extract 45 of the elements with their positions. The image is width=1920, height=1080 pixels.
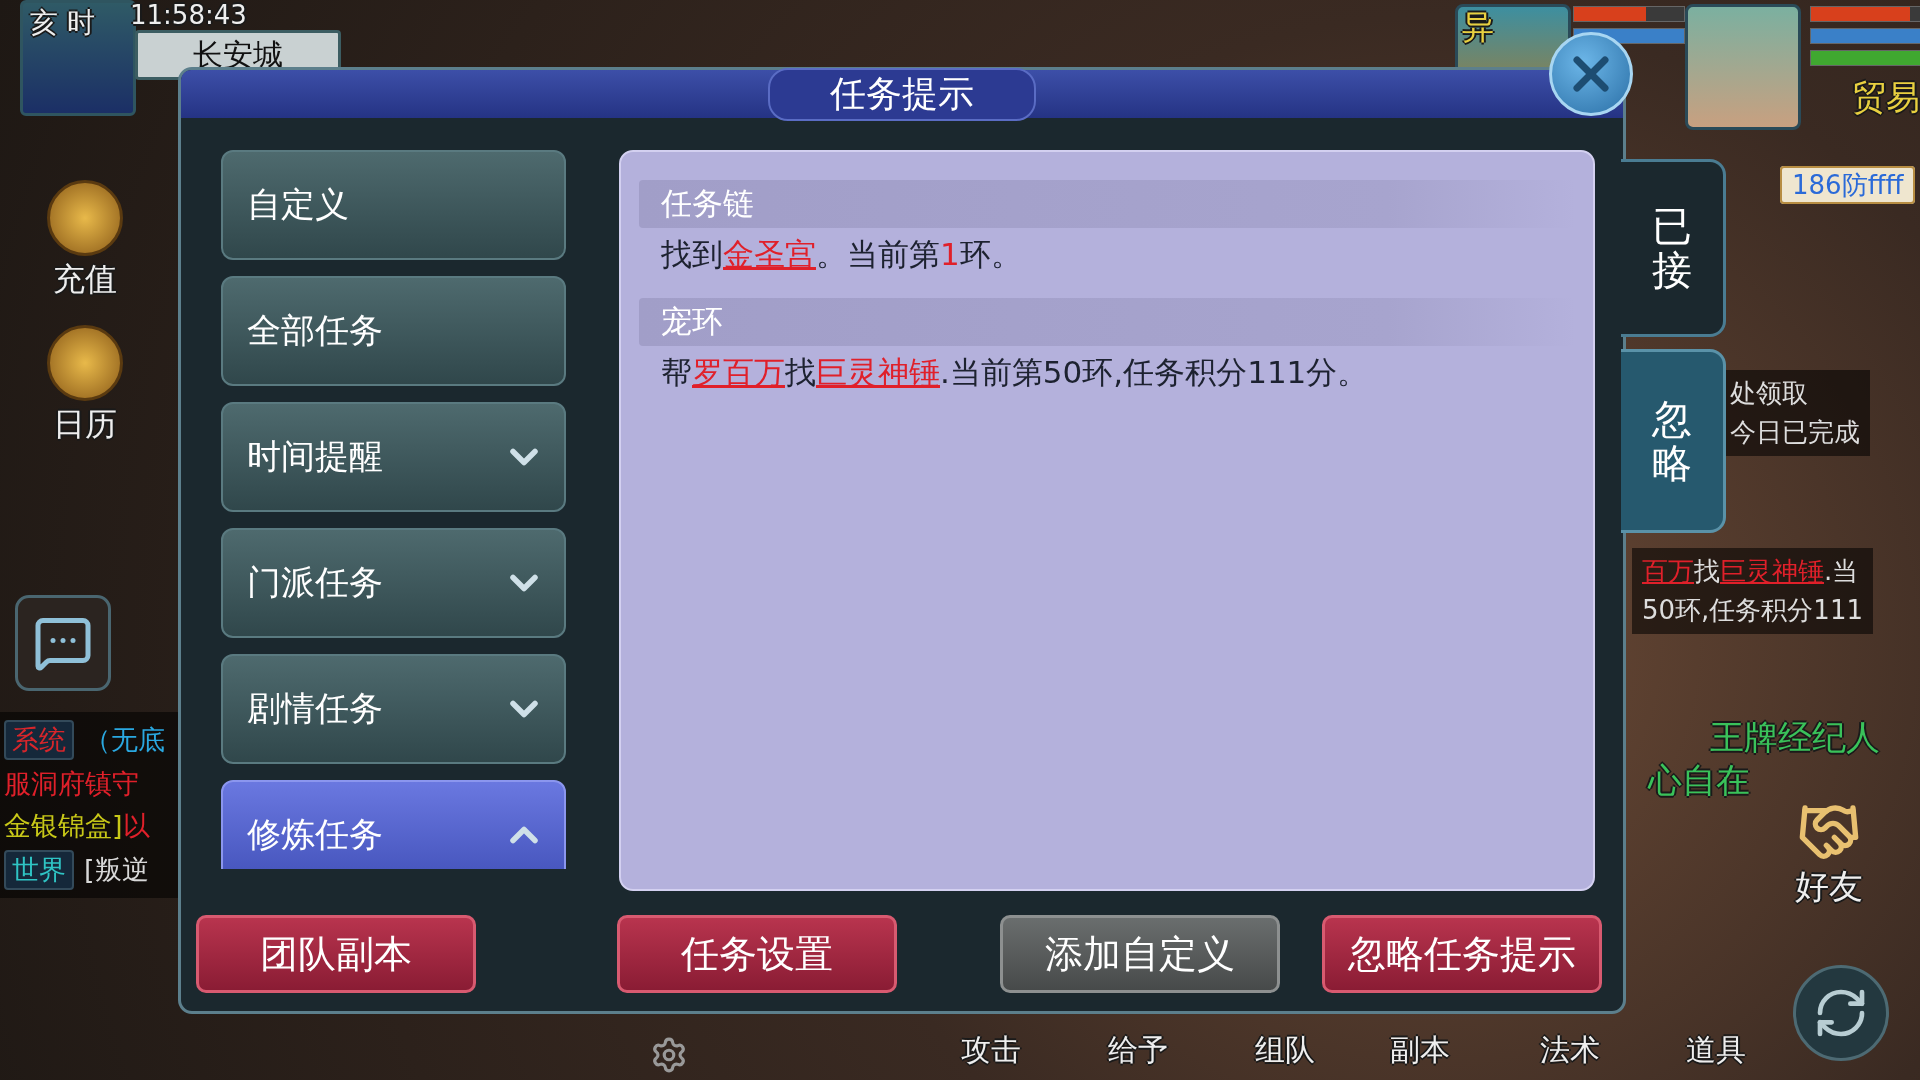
dialog-action-button[interactable]: 团队副本 xyxy=(196,915,476,993)
chat-channel-tag: 系统 xyxy=(4,720,74,760)
settings-icon[interactable] xyxy=(650,1036,688,1074)
quest-category-item[interactable]: 剧情任务 xyxy=(221,654,566,764)
chat-channel-tag: 世界 xyxy=(4,850,74,890)
dialog-action-button[interactable]: 任务设置 xyxy=(617,915,897,993)
action-bar-button[interactable]: 给予 xyxy=(1108,1032,1168,1067)
side-menu-button[interactable]: 充值 xyxy=(30,180,140,302)
dialog-action-button[interactable]: 忽略任务提示 xyxy=(1322,915,1602,993)
action-bar-button[interactable]: 副本 xyxy=(1390,1032,1450,1067)
quest-category-item[interactable]: 全部任务 xyxy=(221,276,566,386)
chat-message: （无底 xyxy=(84,723,165,757)
trade-label[interactable]: 贸易 xyxy=(1852,77,1920,117)
pet-tag: 异 xyxy=(1462,8,1494,46)
quest-category-item[interactable]: 自定义 xyxy=(221,150,566,260)
quest-category-item[interactable]: 修炼任务 xyxy=(221,780,566,869)
action-bar-button[interactable]: 组队 xyxy=(1255,1032,1315,1067)
player-name-tag: 186防ffff xyxy=(1780,166,1916,204)
clock-time: 11:58:43 xyxy=(130,0,247,30)
quest-category-item[interactable]: 时间提醒 xyxy=(221,402,566,512)
quest-tracker-text: 处领取 xyxy=(1730,377,1809,410)
dialog-action-button[interactable]: 添加自定义 xyxy=(1000,915,1280,993)
npc-name: 王牌经纪人 xyxy=(1710,717,1880,757)
quest-category-item[interactable]: 门派任务 xyxy=(221,528,566,638)
friends-button[interactable]: 好友 xyxy=(1795,800,1863,910)
quest-description: 帮罗百万找巨灵神锤.当前第50环,任务积分111分。 xyxy=(660,353,1370,392)
quest-description: 找到金圣宫。当前第1环。 xyxy=(660,235,1023,274)
side-menu-button[interactable]: 日历 xyxy=(30,325,140,447)
side-tab[interactable]: 忽略 xyxy=(1621,349,1726,533)
chat-message: 金银锦盒]以 xyxy=(4,809,150,843)
quest-tracker-text: 百万找巨灵神锤.当 xyxy=(1642,555,1860,588)
dialog-title: 任务提示 xyxy=(768,67,1036,121)
chat-message: 服洞府镇守 xyxy=(4,767,139,801)
quest-tracker-text: 今日已完成 xyxy=(1730,416,1860,449)
time-period-label: 亥 时 xyxy=(30,6,95,39)
quest-tracker-text: 50环,任务积分111 xyxy=(1642,594,1863,627)
npc-name: 心自在 xyxy=(1648,760,1750,800)
action-bar-button[interactable]: 道具 xyxy=(1686,1032,1746,1067)
action-bar-button[interactable]: 攻击 xyxy=(961,1032,1021,1067)
quest-link[interactable]: 巨灵神锤 xyxy=(1720,556,1824,586)
chat-bubble-button[interactable] xyxy=(15,595,111,691)
quest-link[interactable]: 百万 xyxy=(1642,556,1694,586)
side-tab[interactable]: 已接 xyxy=(1621,159,1726,337)
chat-message: [叛逆 xyxy=(84,853,149,887)
action-bar-button[interactable]: 法术 xyxy=(1540,1032,1600,1067)
